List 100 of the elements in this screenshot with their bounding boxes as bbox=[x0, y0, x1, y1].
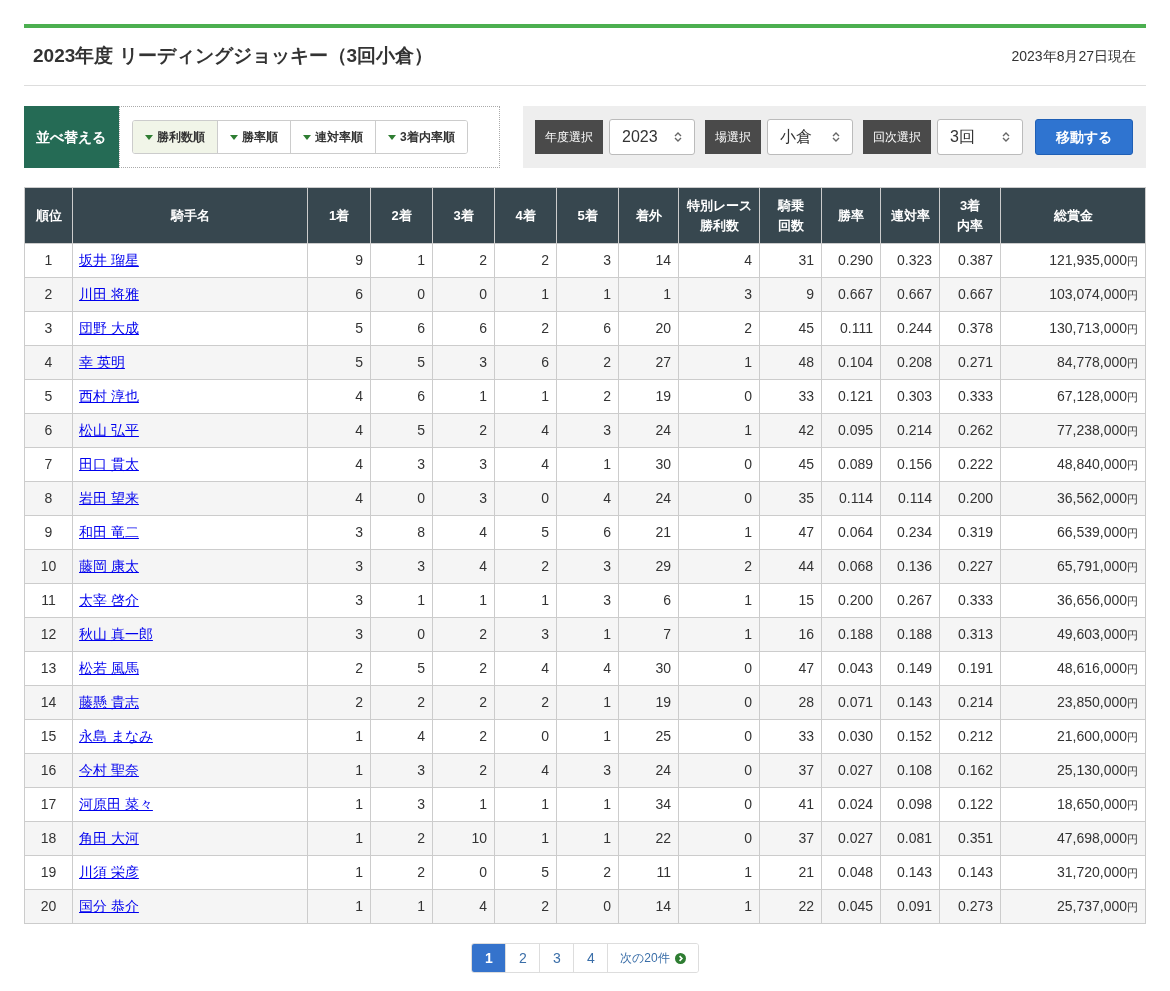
table-cell: 0.122 bbox=[939, 787, 1001, 822]
table-cell: 20 bbox=[24, 889, 73, 924]
sort-button[interactable]: 勝利数順 bbox=[133, 121, 217, 153]
jockey-link[interactable]: 西村 淳也 bbox=[79, 388, 139, 404]
jockey-link[interactable]: 太宰 啓介 bbox=[79, 592, 139, 608]
page-button[interactable]: 1 bbox=[472, 944, 507, 972]
select-field[interactable]: 2023 bbox=[609, 119, 695, 155]
page-title: 2023年度 リーディングジョッキー（3回小倉） bbox=[32, 44, 434, 69]
table-cell: 0.351 bbox=[939, 821, 1001, 856]
table-cell: 0.108 bbox=[880, 753, 940, 788]
triangle-icon bbox=[388, 134, 396, 140]
table-cell: 0 bbox=[678, 651, 760, 686]
table-cell: 3 bbox=[307, 515, 371, 550]
table-cell: 6 bbox=[370, 311, 433, 346]
table-cell: 4 bbox=[494, 753, 557, 788]
table-cell: 0 bbox=[678, 787, 760, 822]
jockey-link[interactable]: 永島 まなみ bbox=[79, 728, 153, 744]
table-cell: 3 bbox=[678, 277, 760, 312]
table-cell: 0.024 bbox=[821, 787, 881, 822]
column-header: 順位 bbox=[35, 207, 62, 225]
table-cell: 0.214 bbox=[880, 413, 940, 448]
table-cell: 4 bbox=[556, 481, 619, 516]
table-cell: 14 bbox=[618, 889, 679, 924]
table-cell: 2 bbox=[494, 311, 557, 346]
table-cell: 0.188 bbox=[821, 617, 881, 652]
select-field[interactable]: 3回 bbox=[937, 119, 1023, 155]
table-cell: 0.114 bbox=[880, 481, 940, 516]
jockey-link[interactable]: 角田 大河 bbox=[79, 830, 139, 846]
table-cell: 1 bbox=[678, 515, 760, 550]
table-cell: 0.234 bbox=[880, 515, 940, 550]
table-cell: 1 bbox=[556, 787, 619, 822]
table-cell: 2 bbox=[556, 379, 619, 414]
jockey-link[interactable]: 幸 英明 bbox=[79, 354, 125, 370]
jockey-link[interactable]: 松山 弘平 bbox=[79, 422, 139, 438]
table-cell: 0.043 bbox=[821, 651, 881, 686]
table-cell: 3 bbox=[556, 243, 619, 278]
sort-button[interactable]: 3着内率順 bbox=[375, 121, 467, 153]
table-cell: 0.667 bbox=[939, 277, 1001, 312]
table-cell: 0.143 bbox=[939, 855, 1001, 890]
table-cell: 3 bbox=[370, 447, 433, 482]
jockey-link[interactable]: 国分 恭介 bbox=[79, 898, 139, 914]
jockey-link[interactable]: 今村 聖奈 bbox=[79, 762, 139, 778]
table-cell: 0.208 bbox=[880, 345, 940, 380]
prize-money: 48,840,000円 bbox=[1056, 456, 1138, 472]
table-cell: 1 bbox=[556, 617, 619, 652]
jockey-link[interactable]: 川須 栄彦 bbox=[79, 864, 139, 880]
table-cell: 0.378 bbox=[939, 311, 1001, 346]
prize-money: 25,130,000円 bbox=[1056, 762, 1138, 778]
jockey-link[interactable]: 川田 将雅 bbox=[79, 286, 139, 302]
table-cell: 3 bbox=[307, 583, 371, 618]
table-cell: 0 bbox=[678, 821, 760, 856]
table-cell: 22 bbox=[618, 821, 679, 856]
table-cell: 0.262 bbox=[939, 413, 1001, 448]
jockey-link[interactable]: 藤岡 康太 bbox=[79, 558, 139, 574]
table-cell: 10 bbox=[24, 549, 73, 584]
table-cell: 5 bbox=[24, 379, 73, 414]
table-cell: 9 bbox=[24, 515, 73, 550]
table-cell: 0.227 bbox=[939, 549, 1001, 584]
jockey-link[interactable]: 松若 風馬 bbox=[79, 660, 139, 676]
table-cell: 1 bbox=[307, 821, 371, 856]
column-header: 着外 bbox=[635, 207, 662, 225]
jockey-link[interactable]: 和田 竜二 bbox=[79, 524, 139, 540]
jockey-link[interactable]: 藤懸 貴志 bbox=[79, 694, 139, 710]
table-cell: 3 bbox=[24, 311, 73, 346]
jockey-link[interactable]: 河原田 菜々 bbox=[79, 796, 153, 812]
table-cell: 1 bbox=[307, 719, 371, 754]
updown-caret-icon bbox=[1002, 131, 1010, 143]
table-cell: 4 bbox=[307, 413, 371, 448]
select-field[interactable]: 小倉 bbox=[767, 119, 853, 155]
prize-money: 47,698,000円 bbox=[1056, 830, 1138, 846]
prize-money: 36,656,000円 bbox=[1056, 592, 1138, 608]
table-cell: 0.191 bbox=[939, 651, 1001, 686]
prize-money: 21,600,000円 bbox=[1056, 728, 1138, 744]
jockey-link[interactable]: 田口 貫太 bbox=[79, 456, 139, 472]
table-cell: 4 bbox=[307, 447, 371, 482]
column-header: 連対率 bbox=[890, 207, 930, 225]
jockey-link[interactable]: 秋山 真一郎 bbox=[79, 626, 153, 642]
table-cell: 4 bbox=[370, 719, 433, 754]
go-button[interactable]: 移動する bbox=[1035, 119, 1133, 155]
jockey-link[interactable]: 岩田 望来 bbox=[79, 490, 139, 506]
prize-money: 77,238,000円 bbox=[1056, 422, 1138, 438]
table-cell: 0.214 bbox=[939, 685, 1001, 720]
table-cell: 0.114 bbox=[821, 481, 881, 516]
table-cell: 11 bbox=[618, 855, 679, 890]
table-cell: 0.319 bbox=[939, 515, 1001, 550]
table-cell: 0 bbox=[432, 277, 495, 312]
table-cell: 2 bbox=[432, 753, 495, 788]
table-cell: 4 bbox=[556, 651, 619, 686]
table-cell: 0.095 bbox=[821, 413, 881, 448]
jockey-link[interactable]: 坂井 瑠星 bbox=[79, 252, 139, 268]
jockey-link[interactable]: 団野 大成 bbox=[79, 320, 139, 336]
table-cell: 1 bbox=[432, 787, 495, 822]
prize-money: 23,850,000円 bbox=[1056, 694, 1138, 710]
table-cell: 0.143 bbox=[880, 855, 940, 890]
table-cell: 0.156 bbox=[880, 447, 940, 482]
table-cell: 1 bbox=[618, 277, 679, 312]
table-cell: 6 bbox=[24, 413, 73, 448]
table-cell: 45 bbox=[759, 311, 822, 346]
prize-money: 66,539,000円 bbox=[1056, 524, 1138, 540]
table-cell: 1 bbox=[494, 787, 557, 822]
